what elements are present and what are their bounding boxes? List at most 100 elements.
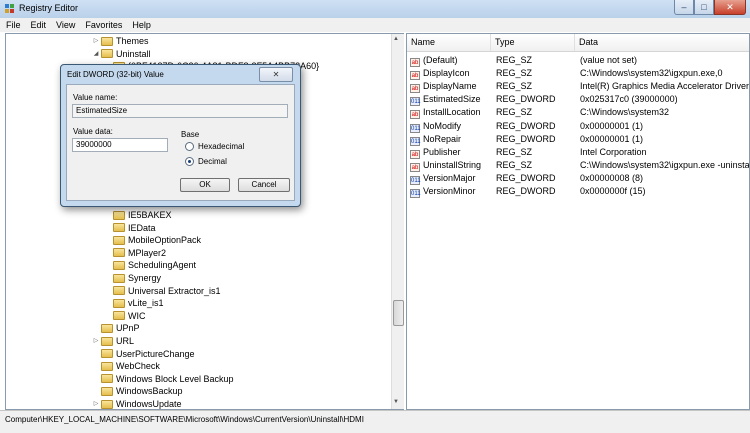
menu-favorites[interactable]: Favorites [79, 18, 126, 32]
value-name-cell: ab DisplayIcon [410, 67, 494, 81]
value-row[interactable]: 011 VersionMinor REG_DWORD 0x0000000f (15) [407, 185, 749, 198]
tree-key-item[interactable]: ▷ WindowsUpdate [92, 398, 182, 409]
column-header-data[interactable]: Data [575, 34, 749, 51]
string-value-icon: ab [410, 84, 420, 94]
base-group: Base Hexadecimal Decimal [179, 130, 289, 174]
registry-editor-icon [5, 4, 14, 13]
tree-key-item[interactable]: MobileOptionPack [104, 234, 201, 246]
edit-dword-dialog: Edit DWORD (32-bit) Value ✕ Value name: … [60, 64, 301, 207]
tree-key-label: URL [116, 336, 135, 346]
tree-key-item[interactable]: Windows Block Level Backup [92, 373, 234, 385]
tree-key-item[interactable]: Universal Extractor_is1 [104, 285, 221, 297]
close-button[interactable]: ✕ [714, 0, 746, 15]
ok-button[interactable]: OK [180, 178, 230, 192]
value-type-cell: REG_SZ [496, 159, 533, 170]
menu-file[interactable]: File [0, 18, 25, 32]
tree-key-item[interactable]: IEData [104, 222, 156, 234]
dialog-close-button[interactable]: ✕ [259, 67, 293, 82]
tree-key-item[interactable]: WebCheck [92, 360, 160, 372]
hexadecimal-radio-dot[interactable] [185, 142, 194, 151]
cancel-button[interactable]: Cancel [238, 178, 290, 192]
tree-key-label: IEData [128, 222, 156, 233]
tree-key-label: Uninstall [116, 48, 151, 59]
tree-key-label: UserPictureChange [116, 348, 195, 359]
hexadecimal-radio[interactable]: Hexadecimal [185, 142, 244, 151]
tree-key-label: SchedulingAgent [128, 260, 197, 271]
value-row[interactable]: 011 NoModify REG_DWORD 0x00000001 (1) [407, 120, 749, 133]
decimal-radio-dot[interactable] [185, 157, 194, 166]
value-data-cell: 0x0000000f (15) [580, 186, 646, 196]
expand-arrow-icon[interactable]: ▷ [92, 398, 100, 409]
tree-key-label: WIC [128, 310, 146, 321]
value-name-text: DisplayName [423, 81, 477, 92]
value-name-text: InstallLocation [423, 107, 481, 118]
string-value-icon: ab [410, 162, 420, 172]
tree-scrollbar[interactable]: ▲ ▼ [391, 34, 404, 409]
tree-key-item[interactable]: ◢ Uninstall [92, 48, 151, 60]
folder-icon [113, 260, 125, 270]
value-name-cell: 011 VersionMajor [410, 172, 494, 185]
status-bar: Computer\HKEY_LOCAL_MACHINE\SOFTWARE\Mic… [0, 410, 750, 433]
value-row[interactable]: 011 EstimatedSize REG_DWORD 0x025317c0 (390… [407, 93, 749, 107]
value-data-cell: 0x025317c0 (39000000) [580, 94, 678, 105]
scroll-up-arrow-icon[interactable]: ▲ [393, 36, 399, 42]
tree-key-item[interactable]: MPlayer2 [104, 247, 166, 259]
dword-value-icon: 011 [410, 97, 421, 107]
value-row[interactable]: 011 VersionMajor REG_DWORD 0x00000008 (8) [407, 172, 749, 185]
folder-icon [113, 286, 125, 296]
tree-key-item[interactable]: ▷ URL [92, 335, 134, 347]
string-value-icon: ab [410, 149, 420, 159]
value-row[interactable]: ab DisplayIcon REG_SZ C:\Windows\system32\i… [407, 67, 749, 81]
tree-key-label: WindowsUpdate [116, 399, 182, 409]
collapse-arrow-icon[interactable]: ◢ [92, 48, 100, 60]
window-title: Registry Editor [19, 3, 79, 13]
status-path: Computer\HKEY_LOCAL_MACHINE\SOFTWARE\Mic… [5, 415, 364, 424]
value-row[interactable]: ab Publisher REG_SZ Intel Corporation [407, 146, 749, 159]
tree-key-label: UPnP [116, 323, 140, 334]
tree-key-item[interactable]: WindowsBackup [92, 385, 183, 397]
value-name-field[interactable]: EstimatedSize [72, 104, 288, 118]
value-row[interactable]: ab (Default) REG_SZ (value not set) [407, 54, 749, 67]
folder-icon [113, 223, 125, 233]
decimal-radio[interactable]: Decimal [185, 157, 227, 166]
tree-key-item[interactable]: UPnP [92, 322, 140, 334]
tree-key-item[interactable]: SchedulingAgent [104, 259, 196, 271]
menu-view[interactable]: View [50, 18, 79, 32]
folder-icon [101, 399, 113, 409]
value-type-cell: REG_DWORD [496, 186, 556, 196]
value-type-cell: REG_DWORD [496, 172, 556, 183]
folder-icon [101, 49, 113, 59]
tree-key-item[interactable]: vLite_is1 [104, 297, 164, 309]
value-row[interactable]: 011 NoRepair REG_DWORD 0x00000001 (1) [407, 133, 749, 146]
value-row[interactable]: ab DisplayName REG_SZ Intel(R) Graphics Med… [407, 80, 749, 94]
tree-key-label: Windows Block Level Backup [116, 373, 234, 384]
value-row[interactable]: ab InstallLocation REG_SZ C:\Windows\system… [407, 106, 749, 120]
expand-arrow-icon[interactable]: ▷ [92, 335, 100, 347]
value-name-text: (Default) [423, 55, 458, 65]
value-data-cell: C:\Windows\system32\igxpun.exe -uninstal… [580, 159, 750, 170]
values-list[interactable]: Name Type Data ab (Default) REG_SZ (value n… [406, 33, 750, 410]
tree-key-item[interactable]: IE5BAKEX [104, 209, 172, 221]
expand-arrow-icon[interactable]: ▷ [92, 35, 100, 47]
folder-icon [101, 323, 113, 333]
value-row[interactable]: ab UninstallString REG_SZ C:\Windows\system… [407, 159, 750, 172]
column-header-type[interactable]: Type [491, 34, 575, 51]
tree-key-item[interactable]: ▷ Themes [92, 35, 149, 47]
menu-edit[interactable]: Edit [25, 18, 51, 32]
scroll-thumb[interactable] [393, 300, 404, 326]
tree-key-item[interactable]: UserPictureChange [92, 348, 195, 360]
minimize-button[interactable]: – [674, 0, 694, 15]
column-header-name[interactable]: Name [407, 34, 491, 51]
value-data-cell: Intel Corporation [580, 146, 647, 157]
scroll-down-arrow-icon[interactable]: ▼ [393, 399, 399, 405]
menu-help[interactable]: Help [126, 18, 155, 32]
folder-icon [101, 36, 113, 46]
value-name-text: NoRepair [423, 133, 462, 144]
value-name-cell: ab (Default) [410, 54, 494, 67]
value-data-cell: 0x00000001 (1) [580, 120, 644, 131]
maximize-button[interactable]: □ [694, 0, 714, 15]
string-value-icon: ab [410, 58, 420, 67]
tree-key-item[interactable]: Synergy [104, 272, 161, 284]
value-data-field[interactable]: 39000000 [72, 138, 168, 152]
tree-key-item[interactable]: WIC [104, 310, 146, 322]
